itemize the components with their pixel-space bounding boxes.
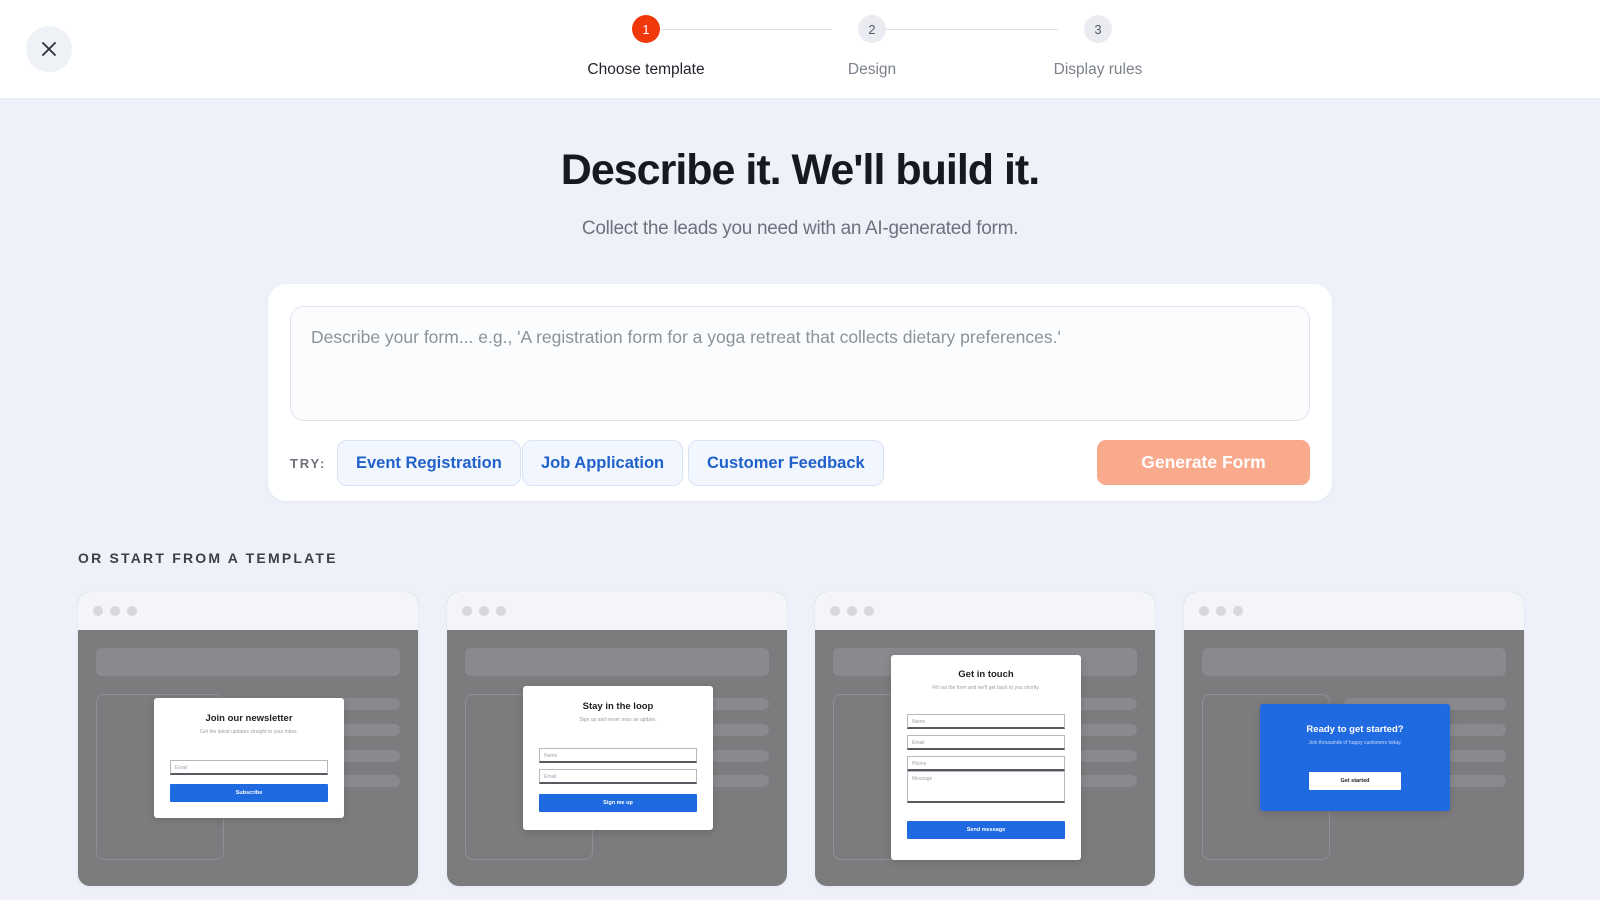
form-preview-field: Phone	[907, 756, 1065, 771]
form-preview: Join our newsletter Get the latest updat…	[154, 698, 344, 818]
form-preview-field: Name	[539, 748, 697, 763]
form-preview-button: Subscribe	[170, 784, 328, 802]
form-preview-button: Get started	[1309, 772, 1401, 790]
try-label: TRY:	[290, 456, 327, 471]
step-number: 1	[632, 15, 660, 43]
browser-chrome	[1184, 592, 1524, 630]
form-preview-subtitle: Join thousands of happy customers today.	[1308, 740, 1402, 746]
form-preview: Ready to get started? Join thousands of …	[1260, 704, 1450, 811]
template-card-newsletter[interactable]: Join our newsletter Get the latest updat…	[78, 592, 418, 886]
form-preview-field: Message	[907, 771, 1065, 803]
browser-chrome	[815, 592, 1155, 630]
window-dot	[1199, 606, 1209, 616]
form-preview-title: Ready to get started?	[1306, 724, 1404, 735]
window-dot	[462, 606, 472, 616]
step-display-rules[interactable]: 3 Display rules	[1018, 15, 1178, 79]
form-preview-subtitle: Get the latest updates straight to your …	[199, 729, 299, 735]
form-preview-field: Email	[907, 735, 1065, 750]
browser-chrome	[447, 592, 787, 630]
template-card-get-in-touch[interactable]: Get in touch Fill out the form and we'll…	[815, 592, 1155, 886]
window-dot	[93, 606, 103, 616]
generate-form-button[interactable]: Generate Form	[1097, 440, 1310, 485]
step-label: Design	[847, 61, 897, 78]
page-title: Describe it. We'll build it.	[560, 146, 1040, 194]
window-dot	[127, 606, 137, 616]
step-number: 3	[1084, 15, 1112, 43]
window-dot	[847, 606, 857, 616]
suggestion-job-application[interactable]: Job Application	[522, 440, 684, 486]
describe-form-input[interactable]	[291, 307, 1309, 420]
form-preview-title: Get in touch	[958, 669, 1014, 680]
form-preview: Stay in the loop Sign up and never miss …	[523, 686, 713, 830]
close-icon	[42, 42, 56, 56]
step-choose-template[interactable]: 1 Choose template	[566, 15, 726, 79]
form-preview-field: Name	[907, 714, 1065, 729]
window-dot	[479, 606, 489, 616]
form-preview: Get in touch Fill out the form and we'll…	[891, 655, 1081, 860]
window-dot	[1233, 606, 1243, 616]
page-subtitle: Collect the leads you need with an AI-ge…	[581, 218, 1019, 239]
form-preview-button: Send message	[907, 821, 1065, 839]
form-preview-subtitle: Fill out the form and we'll get back to …	[932, 685, 1040, 691]
suggestion-customer-feedback[interactable]: Customer Feedback	[688, 440, 884, 486]
template-card-ready-to-start[interactable]: Ready to get started? Join thousands of …	[1184, 592, 1524, 886]
form-preview-title: Join our newsletter	[205, 713, 293, 724]
window-dot	[110, 606, 120, 616]
form-preview-field: Email	[539, 769, 697, 784]
form-preview-field: Email	[170, 760, 328, 775]
template-card-stay-in-loop[interactable]: Stay in the loop Sign up and never miss …	[447, 592, 787, 886]
suggestion-event-registration[interactable]: Event Registration	[337, 440, 521, 486]
step-label: Choose template	[587, 61, 705, 78]
step-label: Display rules	[1053, 61, 1143, 78]
form-preview-button: Sign me up	[539, 794, 697, 812]
ai-form-card: TRY: Event Registration Job Application …	[268, 284, 1332, 501]
stepper: 1 Choose template 2 Design 3 Display rul…	[560, 15, 1142, 85]
top-bar: 1 Choose template 2 Design 3 Display rul…	[0, 0, 1600, 98]
placeholder-bar	[1202, 648, 1506, 676]
step-number: 2	[858, 15, 886, 43]
form-preview-subtitle: Sign up and never miss an update.	[579, 717, 657, 723]
window-dot	[864, 606, 874, 616]
window-dot	[830, 606, 840, 616]
templates-section-label: OR START FROM A TEMPLATE	[78, 550, 338, 566]
placeholder-bar	[465, 648, 769, 676]
browser-chrome	[78, 592, 418, 630]
window-dot	[1216, 606, 1226, 616]
prompt-box	[290, 306, 1310, 421]
close-button[interactable]	[26, 26, 72, 72]
form-preview-title: Stay in the loop	[582, 701, 654, 712]
window-dot	[496, 606, 506, 616]
step-design[interactable]: 2 Design	[792, 15, 952, 79]
placeholder-bar	[96, 648, 400, 676]
